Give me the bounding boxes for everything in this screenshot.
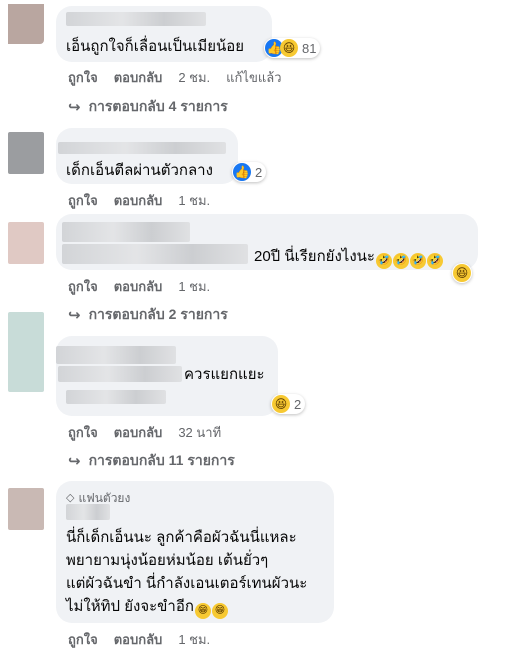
reply-button[interactable]: ตอบกลับ xyxy=(114,629,163,650)
rofl-icon: 🤣 xyxy=(426,253,443,269)
like-button[interactable]: ถูกใจ xyxy=(68,67,98,88)
timestamp[interactable]: 1 ชม. xyxy=(178,276,210,297)
timestamp[interactable]: 1 ชม. xyxy=(178,629,210,650)
comment-bubble: ควรแยกแยะ xyxy=(56,336,278,416)
comment-text-content: 20ปี นี่เรียกยังไงนะ xyxy=(254,248,375,265)
haha-icon: 😆 xyxy=(272,395,290,413)
comment-line: นี่ก็เด็กเอ็นนะ ลูกค้าคือผัวฉันนี่แหละ xyxy=(66,529,297,546)
replies-label: การตอบกลับ 11 รายการ xyxy=(88,452,235,468)
redacted-name xyxy=(62,222,190,242)
like-icon: 👍 xyxy=(233,163,251,181)
comment-actions: ถูกใจ ตอบกลับ 32 นาที xyxy=(68,422,237,443)
redacted-text xyxy=(66,390,166,404)
reaction-summary[interactable]: 😆 xyxy=(452,263,472,283)
haha-icon: 😆 xyxy=(280,39,298,57)
redacted-text xyxy=(58,366,182,382)
avatar[interactable] xyxy=(8,222,44,264)
reaction-summary[interactable]: 👍 😆 81 xyxy=(264,38,321,58)
replies-label: การตอบกลับ 4 รายการ xyxy=(88,98,228,114)
comment-actions: ถูกใจ ตอบกลับ 1 ชม. xyxy=(68,629,226,650)
reaction-summary[interactable]: 👍 2 xyxy=(232,162,267,182)
rofl-icon: 🤣 xyxy=(375,253,392,269)
comment-actions: ถูกใจ ตอบกลับ 1 ชม. xyxy=(68,190,226,211)
rofl-icon: 🤣 xyxy=(392,253,409,269)
comment-line: พยายามนุ่งน้อยห่มน้อย เต้นยั่วๆ xyxy=(66,552,269,569)
comment-text: เอ็นถูกใจก็เลื่อนเป็นเมียน้อย xyxy=(66,38,245,55)
comment-bubble: ◇ แฟนตัวยง นี่ก็เด็กเอ็นนะ ลูกค้าคือผัวฉ… xyxy=(56,481,334,623)
comment-actions: ถูกใจ ตอบกลับ 2 ชม. แก้ไขแล้ว xyxy=(68,67,298,88)
grin-icon: 😁 xyxy=(211,603,228,619)
reply-arrow-icon: ↪ xyxy=(68,99,81,116)
view-replies-link[interactable]: ↪ การตอบกลับ 4 รายการ xyxy=(68,96,228,118)
comment-bubble: 20ปี นี่เรียกยังไงนะ 🤣 🤣 🤣 🤣 xyxy=(56,214,478,270)
reply-button[interactable]: ตอบกลับ xyxy=(114,422,163,443)
view-replies-link[interactable]: ↪ การตอบกลับ 2 รายการ xyxy=(68,304,228,326)
redacted-text xyxy=(62,244,248,264)
haha-icon: 😆 xyxy=(453,264,471,282)
edited-label: แก้ไขแล้ว xyxy=(226,70,282,85)
like-button[interactable]: ถูกใจ xyxy=(68,190,98,211)
view-replies-link[interactable]: ↪ การตอบกลับ 11 รายการ xyxy=(68,450,235,472)
rofl-icon: 🤣 xyxy=(409,253,426,269)
reply-button[interactable]: ตอบกลับ xyxy=(114,67,163,88)
reaction-count: 2 xyxy=(294,396,302,412)
reaction-summary[interactable]: 😆 2 xyxy=(271,394,306,414)
reaction-count: 81 xyxy=(302,40,317,56)
avatar[interactable] xyxy=(8,312,44,392)
comment-line-content: ไม่ให้ทิป ยังจะขำอีก xyxy=(66,598,194,615)
comment-line: ไม่ให้ทิป ยังจะขำอีก 😁 😁 xyxy=(66,596,228,619)
comment-line: แต่ผัวฉันขำ นี่กำลังเอนเตอร์เทนผัวนะ xyxy=(66,575,308,592)
comment-actions: ถูกใจ ตอบกลับ 1 ชม. xyxy=(68,276,226,297)
comment-bubble: เอ็นถูกใจก็เลื่อนเป็นเมียน้อย xyxy=(56,6,272,62)
redacted-name xyxy=(56,346,176,364)
reply-button[interactable]: ตอบกลับ xyxy=(114,190,163,211)
like-button[interactable]: ถูกใจ xyxy=(68,422,98,443)
timestamp[interactable]: 2 ชม. xyxy=(178,67,210,88)
avatar[interactable] xyxy=(8,132,44,174)
replies-label: การตอบกลับ 2 รายการ xyxy=(88,306,228,322)
comment-text: ควรแยกแยะ xyxy=(184,366,265,383)
avatar[interactable] xyxy=(8,488,44,530)
redacted-name xyxy=(66,504,110,520)
timestamp[interactable]: 32 นาที xyxy=(178,422,221,443)
reply-arrow-icon: ↪ xyxy=(68,453,81,470)
comment-text: เด็กเอ็นตีลผ่านตัวกลาง xyxy=(66,162,213,179)
reply-arrow-icon: ↪ xyxy=(68,307,81,324)
like-button[interactable]: ถูกใจ xyxy=(68,276,98,297)
redacted-name xyxy=(58,142,226,154)
grin-icon: 😁 xyxy=(194,603,211,619)
comment-bubble: เด็กเอ็นตีลผ่านตัวกลาง xyxy=(56,128,238,184)
comment-text: 20ปี นี่เรียกยังไงนะ 🤣 🤣 🤣 🤣 xyxy=(254,246,443,269)
reaction-count: 2 xyxy=(255,164,263,180)
reply-button[interactable]: ตอบกลับ xyxy=(114,276,163,297)
redacted-name xyxy=(66,12,206,26)
timestamp[interactable]: 1 ชม. xyxy=(178,190,210,211)
like-button[interactable]: ถูกใจ xyxy=(68,629,98,650)
avatar[interactable] xyxy=(8,4,44,44)
